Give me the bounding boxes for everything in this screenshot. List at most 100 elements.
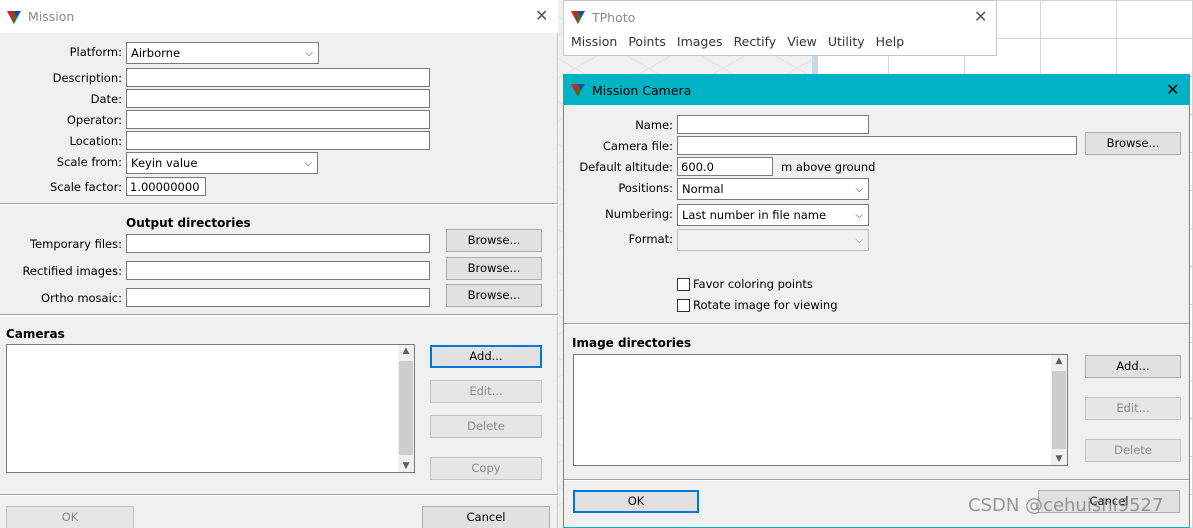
output-directories-title: Output directories	[126, 216, 251, 230]
rotate-image-label: Rotate image for viewing	[693, 298, 838, 312]
tphoto-window: TPhoto ✕ Mission Points Images Rectify V…	[563, 0, 997, 56]
scale-factor-field[interactable]: 1.00000000	[126, 177, 206, 196]
scale-from-value: Keyin value	[131, 156, 198, 170]
location-field[interactable]	[126, 131, 430, 150]
tphoto-titlebar: TPhoto ✕	[564, 1, 996, 33]
browse-rectified-button[interactable]: Browse...	[446, 257, 542, 280]
favor-coloring-label: Favor coloring points	[693, 277, 813, 291]
scale-from-label: Scale from:	[56, 155, 122, 169]
divider	[564, 323, 1189, 325]
watermark: CSDN @cehuishi9527	[968, 495, 1164, 516]
mission-title: Mission	[28, 9, 75, 24]
format-select[interactable]: ⌵	[677, 229, 869, 251]
ok-button[interactable]: OK	[6, 506, 134, 528]
mission-camera-titlebar: Mission Camera ✕	[564, 75, 1189, 105]
scale-from-select[interactable]: Keyin value ⌵	[126, 152, 318, 174]
numbering-label: Numbering:	[605, 207, 673, 221]
description-field[interactable]	[126, 68, 430, 87]
name-label: Name:	[635, 118, 673, 132]
close-icon[interactable]: ✕	[1166, 80, 1179, 99]
date-label: Date:	[90, 92, 122, 106]
delete-camera-button[interactable]: Delete	[430, 415, 542, 438]
positions-value: Normal	[682, 182, 724, 196]
mission-titlebar: Mission ✕	[0, 0, 558, 33]
app-logo-icon	[7, 10, 21, 24]
chevron-down-icon: ⌵	[855, 210, 863, 221]
scrollbar-thumb[interactable]	[1052, 371, 1066, 449]
mission-dialog: Mission ✕ Platform: Airborne ⌵ Descripti…	[0, 0, 558, 528]
default-altitude-label: Default altitude:	[579, 160, 673, 174]
close-icon[interactable]: ✕	[535, 6, 548, 25]
platform-label: Platform:	[69, 45, 122, 59]
add-image-dir-button[interactable]: Add...	[1085, 355, 1181, 378]
menu-rectify[interactable]: Rectify	[734, 34, 777, 54]
operator-label: Operator:	[66, 113, 122, 127]
default-altitude-field[interactable]: 600.0	[677, 157, 773, 176]
cameras-list[interactable]: ▲ ▼	[6, 344, 415, 473]
copy-camera-button[interactable]: Copy	[430, 457, 542, 480]
mission-camera-ok-button[interactable]: OK	[573, 490, 699, 513]
chevron-down-icon[interactable]: ▼	[398, 461, 414, 471]
divider	[0, 203, 558, 205]
numbering-value: Last number in file name	[682, 208, 827, 222]
location-label: Location:	[69, 134, 122, 148]
platform-value: Airborne	[131, 46, 181, 60]
app-logo-icon	[571, 84, 585, 97]
delete-image-dir-button[interactable]: Delete	[1085, 439, 1181, 462]
chevron-down-icon: ⌵	[855, 184, 863, 195]
menu-points[interactable]: Points	[628, 34, 666, 54]
divider	[0, 494, 558, 496]
chevron-down-icon: ⌵	[305, 48, 313, 59]
rotate-image-checkbox[interactable]	[677, 299, 690, 312]
browse-temporary-button[interactable]: Browse...	[446, 229, 542, 252]
scrollbar-thumb[interactable]	[399, 361, 413, 455]
tphoto-menubar: Mission Points Images Rectify View Utili…	[564, 34, 996, 54]
menu-mission[interactable]: Mission	[571, 34, 617, 54]
positions-select[interactable]: Normal ⌵	[677, 178, 869, 200]
chevron-down-icon[interactable]: ▼	[1051, 454, 1067, 464]
ortho-mosaic-field[interactable]	[126, 288, 430, 307]
chevron-down-icon: ⌵	[304, 158, 312, 169]
mission-camera-title: Mission Camera	[592, 82, 692, 98]
image-directories-title: Image directories	[572, 336, 692, 350]
numbering-select[interactable]: Last number in file name ⌵	[677, 204, 869, 226]
scale-factor-label: Scale factor:	[50, 180, 122, 194]
menu-help[interactable]: Help	[876, 34, 905, 54]
tphoto-title: TPhoto	[592, 9, 636, 25]
menu-images[interactable]: Images	[677, 34, 723, 54]
close-icon[interactable]: ✕	[974, 7, 987, 26]
operator-field[interactable]	[126, 110, 430, 129]
format-label: Format:	[628, 232, 673, 246]
chevron-down-icon: ⌵	[855, 235, 863, 246]
cameras-title: Cameras	[6, 327, 65, 341]
description-label: Description:	[52, 71, 122, 85]
cameras-scrollbar[interactable]: ▲ ▼	[398, 345, 414, 472]
mission-camera-dialog: Mission Camera ✕ Name: Camera file: Brow…	[563, 74, 1190, 528]
altitude-unit-label: m above ground	[781, 160, 876, 174]
ortho-mosaic-label: Ortho mosaic:	[41, 291, 122, 305]
edit-camera-button[interactable]: Edit...	[430, 380, 542, 403]
divider	[0, 314, 558, 316]
chevron-up-icon[interactable]: ▲	[1051, 356, 1067, 366]
image-dirs-scrollbar[interactable]: ▲ ▼	[1051, 355, 1067, 465]
app-logo-icon	[571, 11, 585, 24]
chevron-up-icon[interactable]: ▲	[398, 346, 414, 356]
browse-ortho-button[interactable]: Browse...	[446, 284, 542, 307]
name-field[interactable]	[677, 115, 869, 134]
camera-file-field[interactable]	[677, 136, 1077, 155]
menu-view[interactable]: View	[787, 34, 817, 54]
temporary-files-label: Temporary files:	[29, 237, 122, 251]
rectified-images-field[interactable]	[126, 261, 430, 280]
edit-image-dir-button[interactable]: Edit...	[1085, 397, 1181, 420]
divider	[564, 479, 1189, 481]
favor-coloring-checkbox[interactable]	[677, 278, 690, 291]
platform-select[interactable]: Airborne ⌵	[126, 42, 319, 64]
menu-utility[interactable]: Utility	[828, 34, 865, 54]
image-directories-list[interactable]: ▲ ▼	[573, 354, 1068, 466]
add-camera-button[interactable]: Add...	[430, 345, 542, 368]
temporary-files-field[interactable]	[126, 234, 430, 253]
date-field[interactable]	[126, 89, 430, 108]
positions-label: Positions:	[618, 181, 673, 195]
cancel-button[interactable]: Cancel	[422, 506, 550, 528]
camera-file-browse-button[interactable]: Browse...	[1085, 132, 1181, 155]
